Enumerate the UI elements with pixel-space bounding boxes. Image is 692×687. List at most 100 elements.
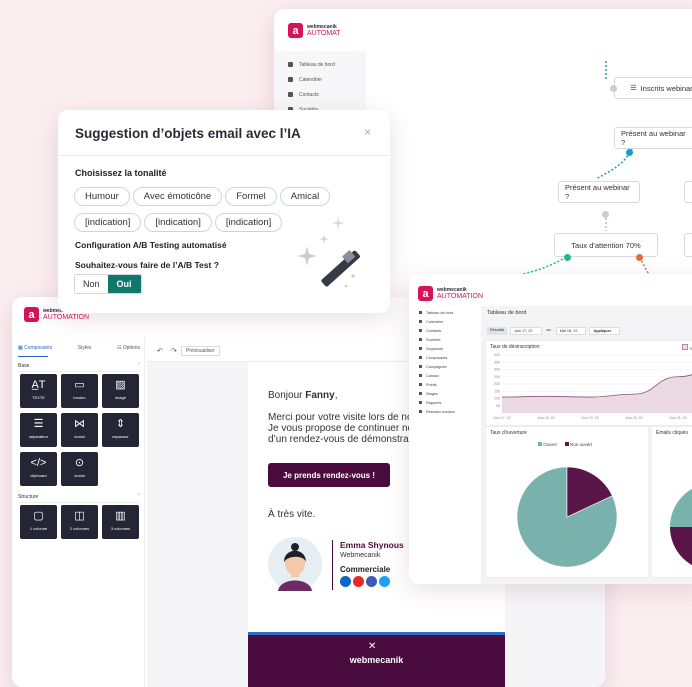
one-column-icon: ▢: [33, 510, 44, 522]
workflow-node[interactable]: Taux d'attention 70%: [554, 233, 658, 257]
x-tick-label: Juin 18, 22: [537, 416, 554, 420]
tab-options[interactable]: ☷ Options: [117, 345, 140, 357]
divider-icon: ☰: [33, 418, 44, 430]
sidebar-item[interactable]: Rapports: [409, 398, 479, 407]
facebook-icon[interactable]: [366, 576, 377, 587]
nav-icon: [419, 311, 422, 314]
redo-icon[interactable]: ↷: [171, 347, 177, 355]
structure-2-columns[interactable]: ◫ 2 colonnes: [61, 505, 98, 539]
nav-icon: [419, 356, 422, 359]
component-text[interactable]: A̲T TEXTE: [20, 374, 57, 408]
section-structure[interactable]: Structure ˆ: [18, 494, 140, 503]
component-image[interactable]: ▨ image: [102, 374, 139, 408]
component-button[interactable]: ▭ bouton: [61, 374, 98, 408]
list-icon: ☰: [630, 85, 637, 92]
nav-icon: [419, 392, 422, 395]
sidebar-item[interactable]: Segments: [409, 344, 479, 353]
workflow-node[interactable]: ☰ Inscrits webinar: [614, 77, 692, 99]
close-icon[interactable]: ×: [364, 125, 371, 139]
tab-styles[interactable]: Styles: [78, 345, 92, 357]
modal-divider: [58, 155, 390, 156]
workflow-node[interactable]: Présent au webinar ?: [558, 181, 640, 203]
connector-dot[interactable]: [626, 149, 633, 156]
x-tick-label: Juin 20, 22: [625, 416, 642, 420]
component-share[interactable]: ⋈ social: [61, 413, 98, 447]
dashboard-logo: a webmecanik AUTOMATION: [418, 286, 483, 301]
active-tab-indicator: [18, 356, 48, 357]
structure-1-column[interactable]: ▢ 1 colonne: [20, 505, 57, 539]
button-icon: ▭: [74, 379, 85, 391]
connector-dot[interactable]: [610, 85, 617, 92]
component-video[interactable]: ⊙ social: [61, 452, 98, 486]
y-tick-label: 200: [494, 382, 500, 386]
component-divider[interactable]: ☰ séparateur: [20, 413, 57, 447]
date-from-input[interactable]: Juin 17, 22: [509, 327, 542, 335]
component-code[interactable]: </> clipboard: [20, 452, 57, 486]
nav-icon: [419, 383, 422, 386]
ab-config-title: Configuration A/B Testing automatisé: [75, 240, 227, 250]
brand-logo-icon: a: [24, 307, 39, 322]
sidebar-item[interactable]: Campagnes: [409, 362, 479, 371]
magic-wand-icon: [298, 216, 360, 288]
sidebar-item[interactable]: Contacts: [409, 326, 479, 335]
tone-chip-formel[interactable]: Formel: [225, 187, 277, 206]
email-footer: ✕ webmecanik: [248, 632, 505, 687]
date-to-input[interactable]: Mai 18, 22: [555, 327, 587, 335]
clicks-slice: [670, 527, 692, 566]
y-tick-label: 50: [496, 404, 500, 408]
y-tick-label: 100: [494, 397, 500, 401]
connector-dot[interactable]: [564, 254, 571, 261]
youtube-icon[interactable]: [353, 576, 364, 587]
tone-chip-emoticone[interactable]: Avec émoticône: [132, 187, 223, 206]
section-base[interactable]: Base ˆ: [18, 363, 140, 372]
sidebar-item[interactable]: Réseaux sociaux: [409, 407, 479, 416]
undo-icon[interactable]: ↶: [157, 347, 163, 355]
ab-question: Souhaitez-vous faire de l’A/B Test ?: [75, 260, 219, 270]
preview-button[interactable]: Prévisualiser: [181, 346, 220, 356]
y-tick-label: 150: [494, 389, 500, 393]
apply-button[interactable]: Appliquer: [589, 327, 621, 335]
nav-icon: [419, 320, 422, 323]
connector-dot[interactable]: [602, 211, 609, 218]
ab-toggle: Non Oui: [74, 274, 142, 294]
structure-3-columns[interactable]: ▥ 3 colonnes: [102, 505, 139, 539]
sidebar-item[interactable]: Tableau de bord: [409, 308, 479, 317]
indication-chip[interactable]: [indication]: [214, 213, 283, 232]
nav-icon: [419, 401, 422, 404]
workflow-node[interactable]: [684, 181, 692, 203]
email-greeting: Bonjour Fanny,: [268, 390, 338, 401]
cta-button[interactable]: Je prends rendez-vous !: [268, 463, 390, 487]
dashboard-window: a webmecanik AUTOMATION Tableau de bord C…: [409, 274, 692, 584]
sidebar-item[interactable]: Composants: [409, 353, 479, 362]
y-tick-label: 350: [494, 360, 500, 364]
social-links: [340, 576, 404, 587]
y-tick-label: 400: [494, 353, 500, 357]
workflow-node[interactable]: [684, 233, 692, 257]
ab-no-button[interactable]: Non: [75, 275, 108, 293]
y-tick-label: 300: [494, 368, 500, 372]
sidebar-item[interactable]: Canaux: [409, 371, 479, 380]
spacer-icon: ⇕: [115, 418, 126, 430]
ab-yes-button[interactable]: Oui: [107, 275, 141, 293]
connector-dot[interactable]: [636, 254, 643, 261]
linkedin-icon[interactable]: [340, 576, 351, 587]
indication-chip[interactable]: [indication]: [74, 213, 142, 232]
play-icon: ⊙: [74, 457, 85, 469]
nav-icon: [419, 365, 422, 368]
sidebar-item[interactable]: Calendrier: [409, 317, 479, 326]
indication-chip[interactable]: [indication]: [144, 213, 212, 232]
image-icon: ▨: [115, 379, 126, 391]
workflow-node[interactable]: Présent au webinar ?: [614, 127, 692, 149]
y-tick-label: 250: [494, 375, 500, 379]
avatar: [268, 537, 322, 591]
sidebar-item[interactable]: Points: [409, 380, 479, 389]
tone-chip-humour[interactable]: Humour: [74, 187, 130, 206]
sidebar-item[interactable]: Sociétés: [409, 335, 479, 344]
twitter-icon[interactable]: [379, 576, 390, 587]
churn-chart: 400 350 300 250 200 150 100 50 Juin 17, 22 Juin 1…: [493, 353, 692, 420]
component-spacer[interactable]: ⇕ espaceur: [102, 413, 139, 447]
x-tick-label: Juin 21, 22: [669, 416, 686, 420]
text-icon: A̲T: [31, 379, 46, 391]
sidebar-item[interactable]: Stages: [409, 389, 479, 398]
tone-chip-amical[interactable]: Amical: [279, 187, 331, 206]
